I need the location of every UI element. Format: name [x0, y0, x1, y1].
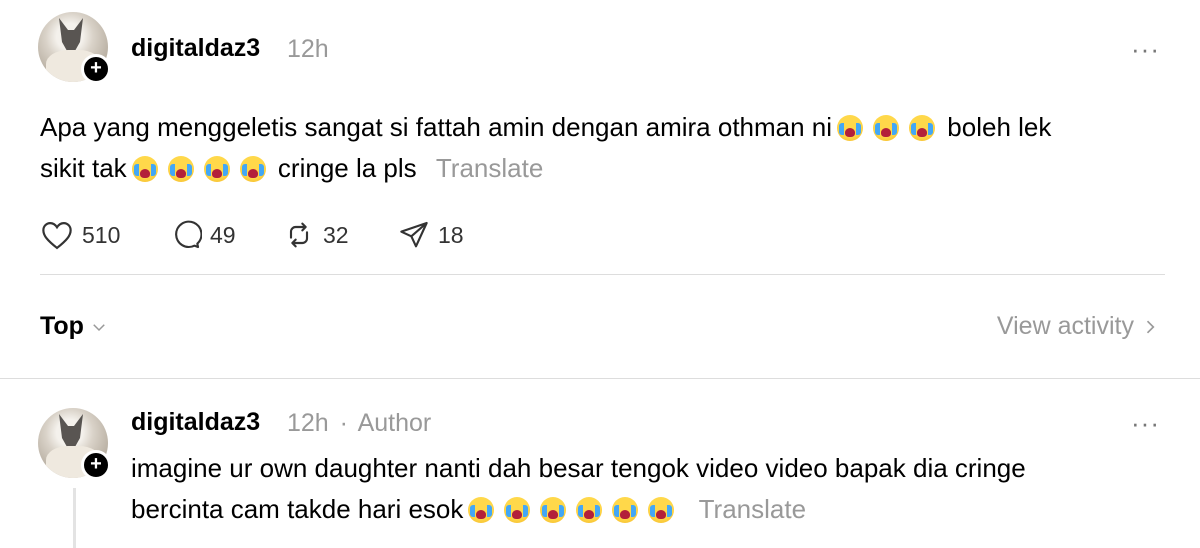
view-activity-link[interactable]: View activity: [997, 312, 1160, 341]
repost-icon: [289, 222, 309, 248]
crying-face-emoji: [576, 497, 603, 523]
sort-dropdown[interactable]: Top: [40, 312, 108, 341]
comment-button[interactable]: 49: [170, 218, 236, 252]
thread-line: [73, 488, 76, 548]
reply-meta: 12h · Author: [287, 409, 431, 438]
crying-face-emoji: [612, 497, 639, 523]
crying-face-emoji: [540, 497, 567, 523]
section-divider: [0, 378, 1200, 379]
reply-more-options-icon[interactable]: ···: [1131, 408, 1160, 439]
translate-link[interactable]: Translate: [436, 153, 543, 183]
crying-face-emoji: [504, 497, 531, 523]
crying-face-emoji: [648, 497, 675, 523]
crying-face-emoji: [468, 497, 495, 523]
chevron-right-icon: [1146, 320, 1155, 333]
repost-count: 32: [323, 221, 349, 248]
repost-button[interactable]: 32: [283, 218, 349, 252]
post-text-end: cringe la pls: [277, 153, 417, 183]
more-options-icon[interactable]: ···: [1131, 34, 1160, 65]
meta-separator: ·: [339, 409, 348, 437]
reply-translate-link[interactable]: Translate: [699, 494, 806, 524]
sort-label: Top: [40, 312, 84, 340]
crying-face-emoji: [203, 156, 230, 182]
reply-text-line2: bercinta cam takde hari esok: [131, 494, 464, 524]
like-button[interactable]: 510: [40, 218, 120, 252]
post-text-main: Apa yang menggeletis sangat si fattah am…: [40, 112, 833, 142]
crying-face-emoji: [837, 115, 864, 141]
share-count: 18: [438, 221, 464, 248]
crying-face-emoji: [167, 156, 194, 182]
post-username[interactable]: digitaldaz3: [131, 34, 260, 63]
crying-face-emoji: [909, 115, 936, 141]
comment-count: 49: [210, 221, 236, 248]
post-text-mid: boleh lek: [947, 112, 1052, 142]
divider: [40, 274, 1165, 275]
follow-plus-icon[interactable]: +: [81, 54, 111, 84]
crying-face-emoji: [239, 156, 266, 182]
post-time: 12h: [287, 35, 329, 63]
reply-time: 12h: [287, 409, 329, 437]
heart-icon: [42, 222, 72, 250]
comment-icon: [175, 220, 202, 249]
reply-text-line1: imagine ur own daughter nanti dah besar …: [131, 453, 1026, 483]
send-icon: [400, 221, 428, 248]
post-text: Apa yang menggeletis sangat si fattah am…: [40, 107, 1170, 189]
share-button[interactable]: 18: [398, 218, 464, 252]
reply-username[interactable]: digitaldaz3: [131, 408, 260, 437]
like-count: 510: [82, 221, 121, 248]
author-badge: Author: [357, 409, 432, 437]
view-activity-label: View activity: [996, 312, 1134, 340]
crying-face-emoji: [873, 115, 900, 141]
reply-follow-plus-icon[interactable]: +: [81, 450, 111, 480]
reply-text: imagine ur own daughter nanti dah besar …: [131, 448, 1171, 530]
chevron-down-icon: [93, 323, 105, 331]
post-text-line2: sikit tak: [40, 153, 127, 183]
crying-face-emoji: [131, 156, 158, 182]
